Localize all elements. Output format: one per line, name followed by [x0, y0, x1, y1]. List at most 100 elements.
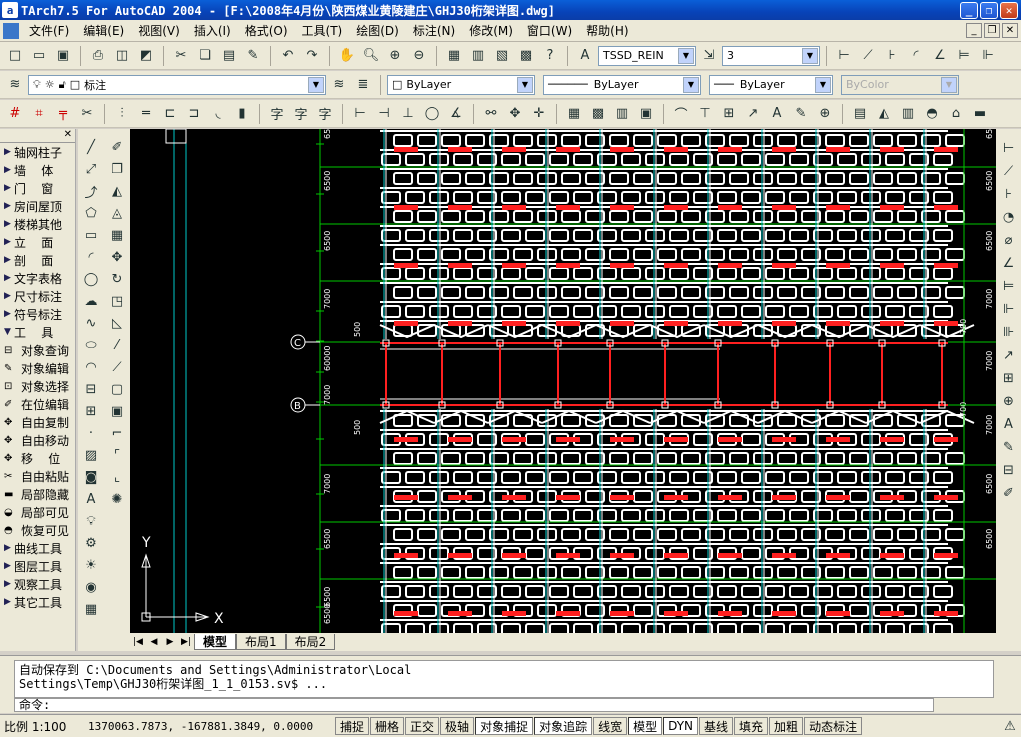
hatch-icon[interactable]: ▨ [80, 445, 102, 466]
dim-style-icon[interactable]: ✐ [998, 482, 1020, 504]
cell-edit-icon[interactable]: ▩ [587, 103, 609, 125]
screen-menu-item[interactable]: ▶ 剖 面 [0, 251, 75, 269]
multi-text-icon[interactable]: 字 [314, 103, 336, 125]
command-input[interactable]: 命令: [14, 698, 934, 712]
quick-dim-icon[interactable]: ⊨ [998, 275, 1020, 297]
minimize-button[interactable]: _ [960, 1, 978, 19]
line-icon[interactable]: ╱ [80, 137, 102, 158]
move-object-icon[interactable]: ✥ [106, 247, 128, 268]
document-icon[interactable] [3, 22, 19, 39]
ellipse-icon[interactable]: ⬭ [80, 335, 102, 356]
trim-icon[interactable]: ⁄ [106, 335, 128, 356]
screen-menu-item[interactable]: ✐ 在位编辑 [0, 395, 75, 413]
layout-tab[interactable]: 布局2 [285, 634, 336, 650]
properties-icon[interactable]: ▦ [443, 45, 465, 67]
status-toggle[interactable]: 基线 [699, 717, 734, 735]
toilet-icon[interactable]: ◓ [921, 103, 943, 125]
dim-radius-icon[interactable]: ◜ [905, 45, 927, 67]
break-point-icon[interactable]: ▣ [106, 401, 128, 422]
dim-ordinate-icon[interactable]: ⊦ [881, 45, 903, 67]
screen-menu-item[interactable]: ▶ 曲线工具 [0, 539, 75, 557]
dim-aligned-icon[interactable]: ⟋ [998, 160, 1020, 182]
doc-minimize-button[interactable]: _ [966, 23, 982, 38]
scale-readout[interactable]: 比例 1:100 [0, 718, 84, 735]
elevation-icon[interactable]: ⊤ [694, 103, 716, 125]
help-icon[interactable]: ? [539, 45, 561, 67]
layer-manager-icon[interactable]: ≋ [4, 74, 26, 96]
arc-door-icon[interactable]: ◟ [207, 103, 229, 125]
undo-icon[interactable]: ↶ [277, 45, 299, 67]
color-select[interactable]: □ ByLayer ▼ [387, 74, 535, 95]
menu-item[interactable]: 工具(T) [295, 22, 350, 39]
screen-menu-item[interactable]: ▶ 尺寸标注 [0, 287, 75, 305]
open-icon[interactable]: ▭ [28, 45, 50, 67]
menu-item[interactable]: 插入(I) [187, 22, 238, 39]
save-icon[interactable]: ▣ [52, 45, 74, 67]
offset-icon[interactable]: ◬ [106, 203, 128, 224]
furniture-icon[interactable]: ⌂ [945, 103, 967, 125]
screen-menu-item[interactable]: ▶ 观察工具 [0, 575, 75, 593]
zoom-realtime-icon[interactable]: 🔍︎ [360, 45, 382, 67]
screen-menu-item[interactable]: ▶ 楼梯其他 [0, 215, 75, 233]
screen-menu-item[interactable]: ✎ 对象编辑 [0, 359, 75, 377]
axis-dim-icon[interactable]: ⌗ [28, 103, 50, 125]
move-icon[interactable]: ✥ [504, 103, 526, 125]
center-mark-icon[interactable]: ⊕ [998, 390, 1020, 412]
pan-icon[interactable]: ✋ [336, 45, 358, 67]
status-toggle[interactable]: 动态标注 [804, 717, 863, 735]
fillet-icon[interactable]: ⌞ [106, 467, 128, 488]
screen-menu-item[interactable]: ▬ 局部隐藏 [0, 485, 75, 503]
menu-item[interactable]: 视图(V) [131, 22, 187, 39]
leader-icon[interactable]: ↗ [998, 344, 1020, 366]
status-toggle[interactable]: 栅格 [370, 717, 405, 735]
screen-menu-item[interactable]: ▶ 图层工具 [0, 557, 75, 575]
symbol-icon[interactable]: ⊕ [814, 103, 836, 125]
last-tab-icon[interactable]: ▶| [178, 637, 194, 647]
menu-item[interactable]: 窗口(W) [520, 22, 579, 39]
scissors-icon[interactable]: ✂ [76, 103, 98, 125]
linetype-select[interactable]: ────── ByLayer ▼ [543, 74, 701, 95]
break-icon[interactable]: ▢ [106, 379, 128, 400]
arrow-icon[interactable]: ↗ [742, 103, 764, 125]
arc-icon[interactable]: ◜ [80, 247, 102, 268]
gear-icon[interactable]: ⚙ [80, 533, 102, 554]
textstyle-select[interactable]: TSSD_REIN ▼ [598, 45, 696, 66]
dim-baseline-icon[interactable]: ⊩ [998, 298, 1020, 320]
layout-tab[interactable]: 模型 [194, 634, 237, 650]
copy-move-icon[interactable]: ✛ [528, 103, 550, 125]
screen-menu-item[interactable]: ▶ 文字表格 [0, 269, 75, 287]
dim-angular-icon[interactable]: ∠ [998, 252, 1020, 274]
redo-icon[interactable]: ↷ [301, 45, 323, 67]
polyline-icon[interactable]: ⤴ [80, 181, 102, 202]
angle-dim-icon[interactable]: ∡ [445, 103, 467, 125]
erase-icon[interactable]: ✐ [106, 137, 128, 158]
app-icon[interactable]: a [2, 2, 18, 18]
stair-icon[interactable]: ▤ [849, 103, 871, 125]
matchprop-icon[interactable]: ✎ [242, 45, 264, 67]
screen-menu-item[interactable]: ◓ 恢复可见 [0, 521, 75, 539]
text-style-icon[interactable]: 字 [266, 103, 288, 125]
doc-restore-button[interactable]: ❐ [984, 23, 1000, 38]
calculator-icon[interactable]: ▩ [515, 45, 537, 67]
explode-icon[interactable]: ✺ [106, 489, 128, 510]
dim-aligned-icon[interactable]: ⟋ [857, 45, 879, 67]
menu-item[interactable]: 标注(N) [406, 22, 462, 39]
construction-line-icon[interactable]: ⤢ [80, 159, 102, 180]
axis-grid-icon[interactable]: # [4, 103, 26, 125]
menu-item[interactable]: 帮助(H) [579, 22, 635, 39]
mirror-icon[interactable]: ◭ [106, 181, 128, 202]
status-toggle[interactable]: 线宽 [593, 717, 628, 735]
dim-update-icon[interactable]: ⊟ [998, 459, 1020, 481]
menu-item[interactable]: 文件(F) [22, 22, 76, 39]
dim-continue-icon[interactable]: ⊩ [977, 45, 999, 67]
screen-menu-item[interactable]: ▶ 其它工具 [0, 593, 75, 611]
rectangle-icon[interactable]: ▭ [80, 225, 102, 246]
close-button[interactable]: ✕ [1000, 1, 1018, 19]
status-toggle[interactable]: 正交 [405, 717, 440, 735]
elevator-icon[interactable]: ▥ [897, 103, 919, 125]
toolpalette-icon[interactable]: ▧ [491, 45, 513, 67]
lineweight-select[interactable]: ─── ByLayer ▼ [709, 74, 833, 95]
light-icon[interactable]: ☀ [80, 555, 102, 576]
note-icon[interactable]: ✎ [790, 103, 812, 125]
dimstyle-select[interactable]: 3 ▼ [722, 45, 820, 66]
